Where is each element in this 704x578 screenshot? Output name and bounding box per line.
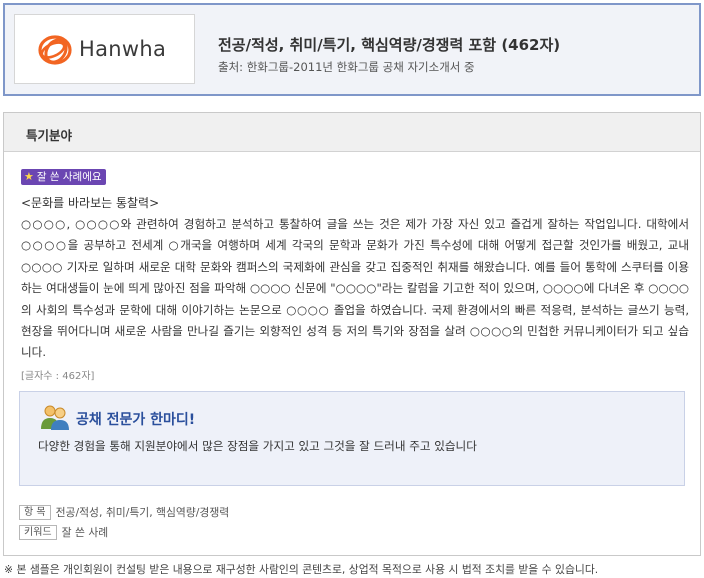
panel-heading: 특기분야 <box>26 128 73 143</box>
badge-label: 잘 쓴 사례에요 <box>36 171 102 183</box>
character-count: [글자수 : 462자] <box>21 371 95 382</box>
keyword-value[interactable]: 잘 쓴 사례 <box>62 524 109 540</box>
sample-header: Hanwha 전공/적성, 취미/특기, 핵심역량/경쟁력 포함 (462자) … <box>3 3 701 96</box>
hanwha-logo-icon <box>38 35 72 65</box>
essay-title: <문화를 바라보는 통찰력> <box>21 196 160 210</box>
consultants-icon <box>41 405 69 430</box>
item-value[interactable]: 전공/적성, 취미/특기, 핵심역량/경쟁력 <box>56 504 230 520</box>
good-example-badge: ★ 잘 쓴 사례에요 <box>21 169 106 185</box>
sample-title: 전공/적성, 취미/특기, 핵심역량/경쟁력 포함 (462자) <box>218 36 561 54</box>
logo-text: Hanwha <box>79 37 167 61</box>
item-label: 항 목 <box>19 504 51 520</box>
copyright-notice: ※ 본 샘플은 개인회원이 컨설팅 받은 내용으로 재구성한 사람인의 콘텐츠로… <box>4 563 599 576</box>
essay-body: ○○○○, ○○○○와 관련하여 경험하고 분석하고 통찰하여 글을 쓰는 것은… <box>21 217 689 360</box>
keyword-tag-row: 키워드 잘 쓴 사례 <box>19 524 108 540</box>
expert-comment-box: 공채 전문가 한마디! 다양한 경험을 통해 지원분야에서 많은 장점을 가지고… <box>19 391 685 486</box>
essay-panel: 특기분야 ★ 잘 쓴 사례에요 <문화를 바라보는 통찰력> ○○○○, ○○○… <box>3 112 701 556</box>
company-logo: Hanwha <box>14 14 195 84</box>
item-tag-row: 항 목 전공/적성, 취미/특기, 핵심역량/경쟁력 <box>19 504 229 520</box>
star-icon: ★ <box>24 170 34 183</box>
sample-source: 출처: 한화그룹-2011년 한화그룹 공채 자기소개서 중 <box>218 60 475 74</box>
panel-header: 특기분야 <box>4 113 700 152</box>
expert-comment-text: 다양한 경험을 통해 지원분야에서 많은 장점을 가지고 있고 그것을 잘 드러… <box>38 439 477 453</box>
keyword-label: 키워드 <box>19 524 57 540</box>
expert-title: 공채 전문가 한마디! <box>76 412 196 428</box>
